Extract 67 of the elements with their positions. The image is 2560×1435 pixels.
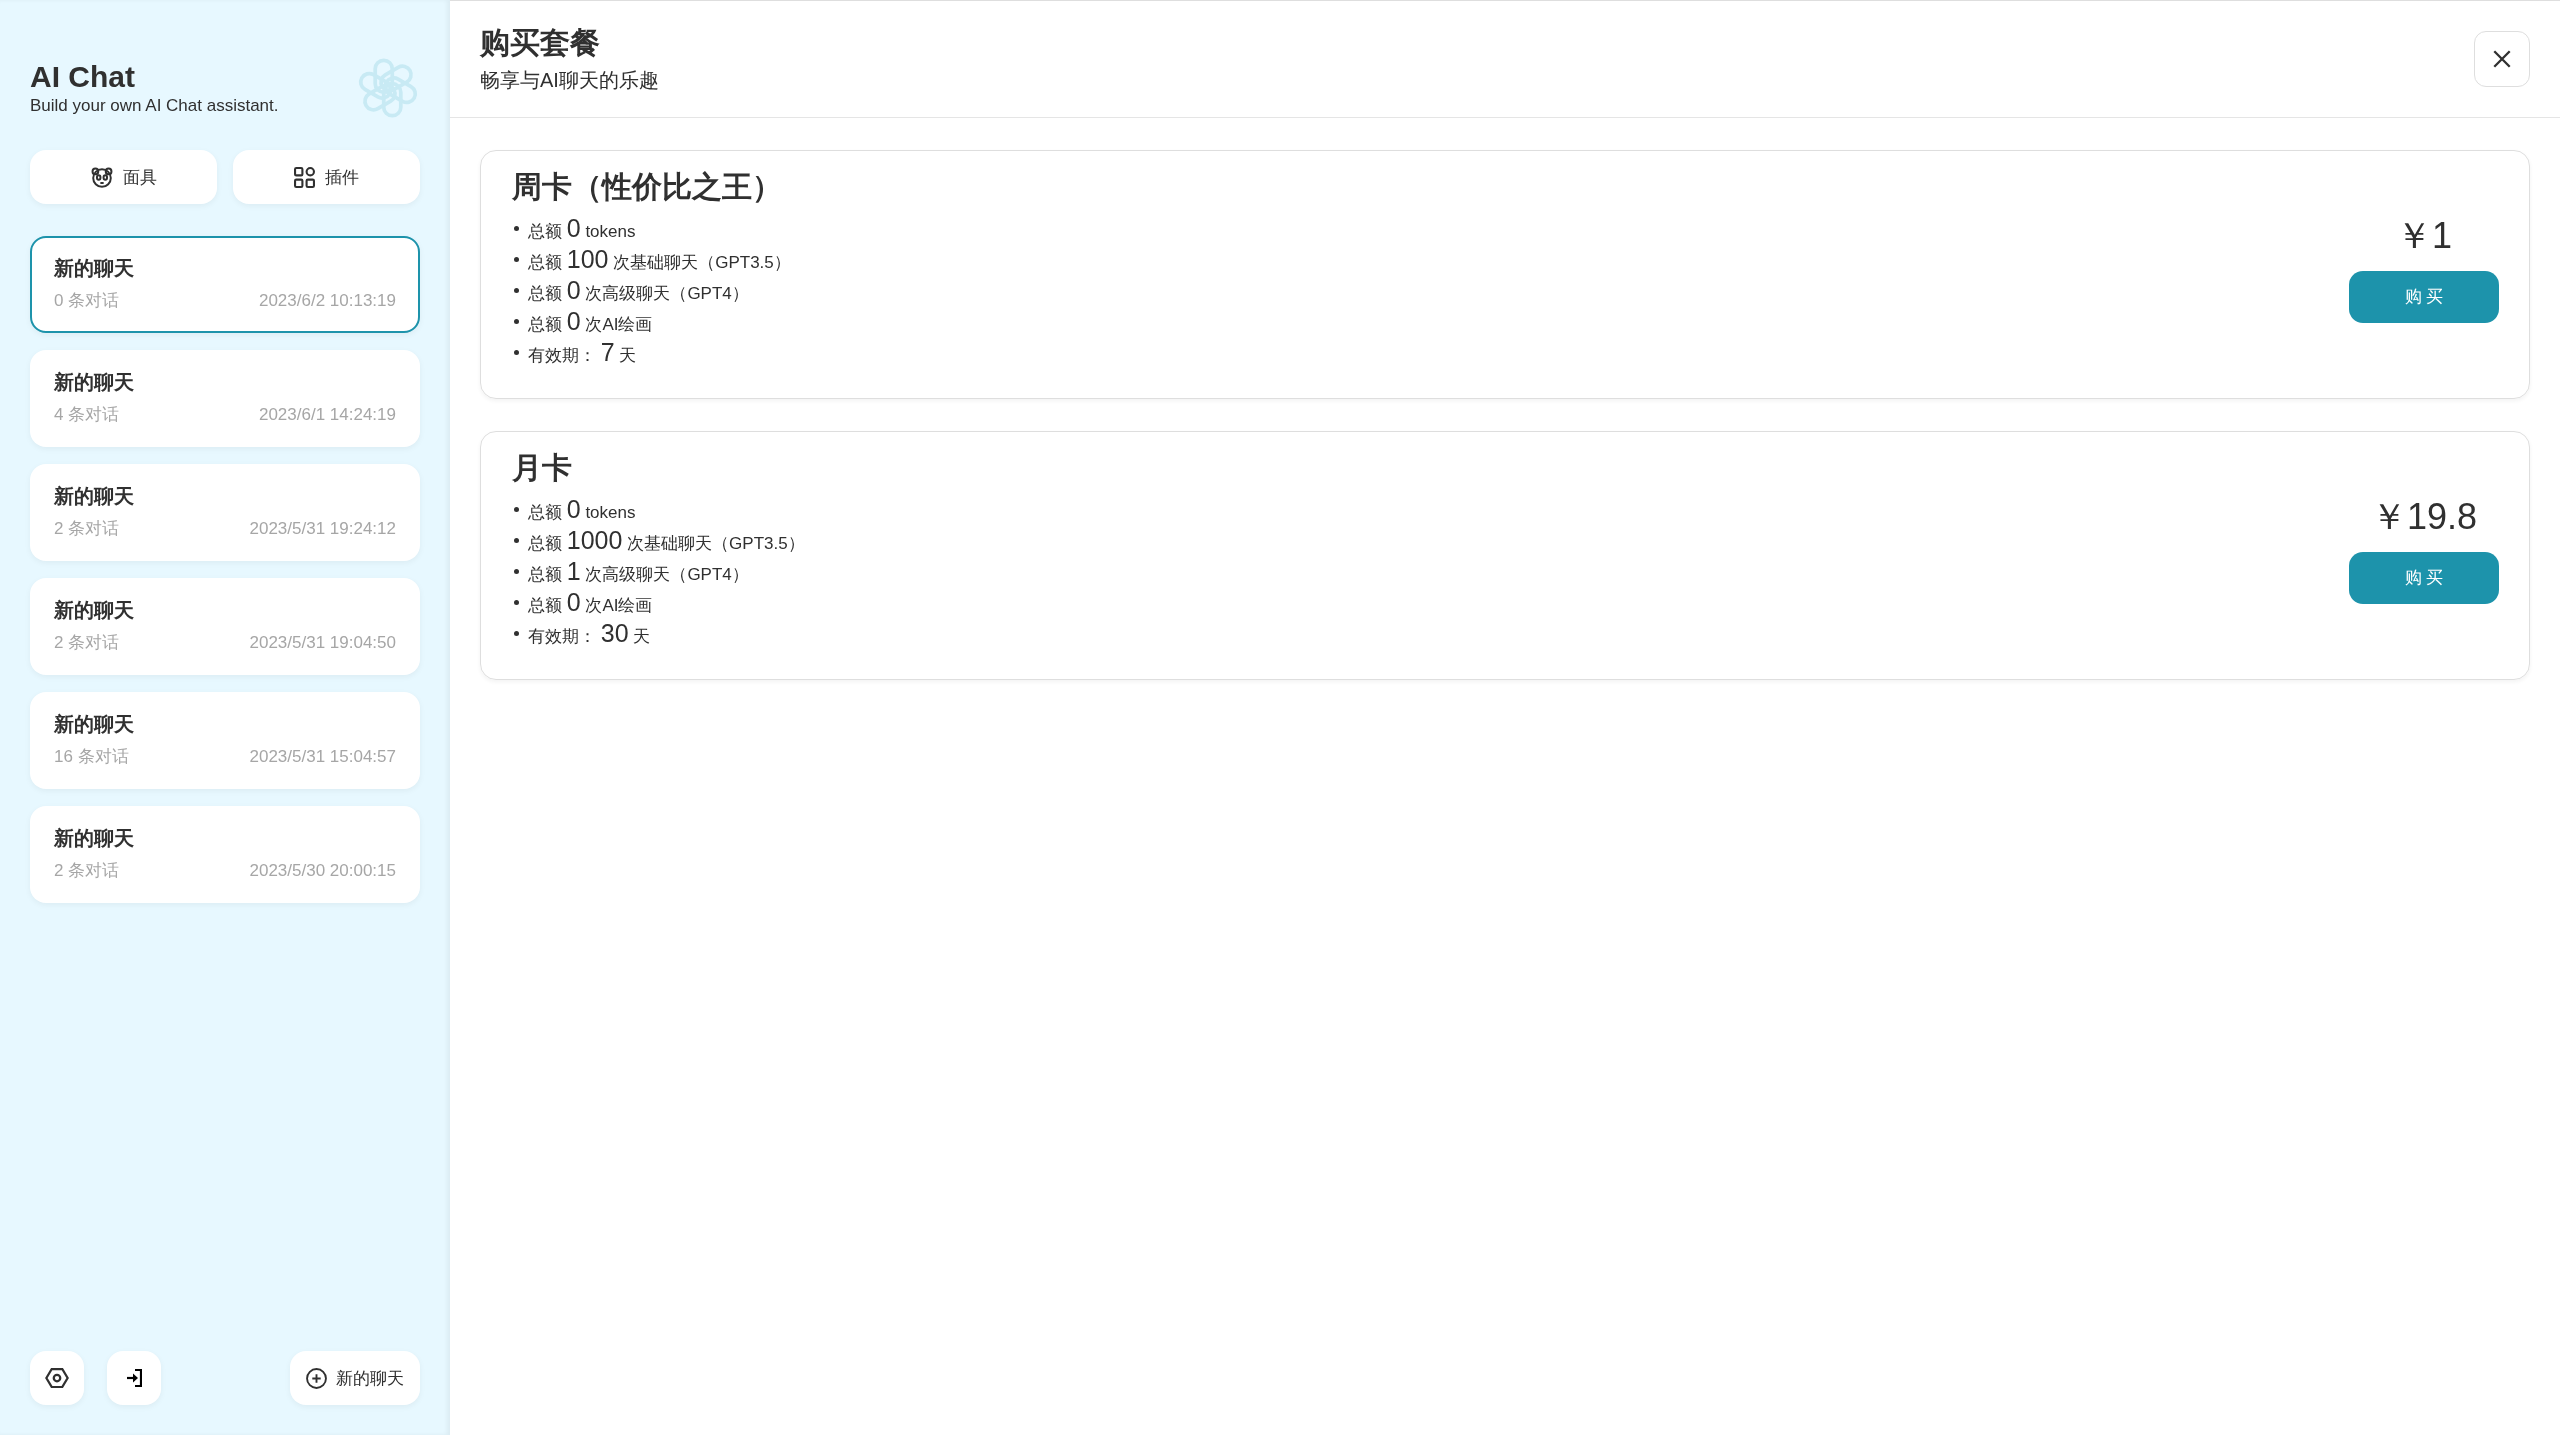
chat-item[interactable]: 新的聊天 16 条对话 2023/5/31 15:04:57 xyxy=(30,692,420,789)
logo-icon xyxy=(356,56,420,120)
close-button[interactable] xyxy=(2474,31,2530,87)
bullet-icon xyxy=(514,538,519,543)
settings-icon xyxy=(45,1368,69,1388)
mask-button[interactable]: 面具 xyxy=(30,150,217,204)
bullet-icon xyxy=(514,288,519,293)
chat-time: 2023/5/31 19:24:12 xyxy=(249,518,396,540)
chat-count: 16 条对话 xyxy=(54,746,129,768)
chat-count: 2 条对话 xyxy=(54,632,120,654)
plan-price: ￥1 xyxy=(2396,214,2452,257)
bear-face-icon xyxy=(90,166,113,188)
plan-feature: 总额 0 次高级聊天（GPT4） xyxy=(528,276,749,305)
chat-item[interactable]: 新的聊天 2 条对话 2023/5/31 19:24:12 xyxy=(30,464,420,561)
buy-button[interactable]: 购 买 xyxy=(2349,270,2499,323)
plan-feature: 总额 1000 次基础聊天（GPT3.5） xyxy=(528,526,805,555)
bullet-icon xyxy=(514,569,519,574)
plan-price: ￥19.8 xyxy=(2370,495,2478,538)
bullet-icon xyxy=(514,631,519,636)
plan-feature: 有效期： 30 天 xyxy=(528,619,651,648)
app-subtitle: Build your own AI Chat assistant. xyxy=(30,96,279,117)
settings-button[interactable] xyxy=(30,1351,84,1405)
chat-count: 0 条对话 xyxy=(54,290,120,312)
chat-time: 2023/5/31 15:04:57 xyxy=(249,746,396,768)
chat-title: 新的聊天 xyxy=(54,712,135,737)
plan-feature: 总额 0 次AI绘画 xyxy=(528,307,653,336)
chat-title: 新的聊天 xyxy=(54,370,135,395)
bullet-icon xyxy=(514,600,519,605)
chat-count: 4 条对话 xyxy=(54,404,120,426)
plan-feature: 有效期： 7 天 xyxy=(528,338,637,367)
bullet-icon xyxy=(514,319,519,324)
chat-title: 新的聊天 xyxy=(54,484,135,509)
app-title: AI Chat xyxy=(30,59,135,93)
plan-feature: 总额 0 次AI绘画 xyxy=(528,588,653,617)
chat-count: 2 条对话 xyxy=(54,518,120,540)
chat-title: 新的聊天 xyxy=(54,256,135,281)
buy-button[interactable]: 购 买 xyxy=(2349,551,2499,604)
bullet-icon xyxy=(514,257,519,262)
plan-feature: 总额 0 tokens xyxy=(528,495,636,524)
chat-item[interactable]: 新的聊天 4 条对话 2023/6/1 14:24:19 xyxy=(30,350,420,447)
chat-time: 2023/6/1 14:24:19 xyxy=(258,404,396,426)
chat-time: 2023/5/30 20:00:15 xyxy=(249,860,396,882)
close-icon xyxy=(2493,50,2511,68)
plan-name: 月卡 xyxy=(512,450,573,486)
bullet-icon xyxy=(514,226,519,231)
chat-item[interactable]: 新的聊天 2 条对话 2023/5/30 20:00:15 xyxy=(30,806,420,903)
plugin-button[interactable]: 插件 xyxy=(233,150,420,204)
chat-time: 2023/5/31 19:04:50 xyxy=(249,632,396,654)
bullet-icon xyxy=(514,507,519,512)
chat-item[interactable]: 新的聊天 0 条对话 2023/6/2 10:13:19 xyxy=(30,236,420,333)
chat-time: 2023/6/2 10:13:19 xyxy=(258,290,396,312)
new-chat-button[interactable]: 新的聊天 xyxy=(290,1351,420,1405)
chat-count: 2 条对话 xyxy=(54,860,120,882)
bullet-icon xyxy=(514,350,519,355)
login-button[interactable] xyxy=(107,1351,161,1405)
plan-feature: 总额 100 次基础聊天（GPT3.5） xyxy=(528,245,791,274)
plan-feature: 总额 1 次高级聊天（GPT4） xyxy=(528,557,749,586)
dialog-subtitle: 畅享与AI聊天的乐趣 xyxy=(480,68,659,93)
chat-title: 新的聊天 xyxy=(54,826,135,851)
grid-icon xyxy=(294,166,315,188)
plan-feature: 总额 0 tokens xyxy=(528,214,636,243)
plan-name: 周卡（性价比之王） xyxy=(512,169,783,205)
chat-title: 新的聊天 xyxy=(54,598,135,623)
plus-circle-icon xyxy=(306,1367,327,1389)
dialog-title: 购买套餐 xyxy=(480,25,601,61)
login-icon xyxy=(126,1369,142,1387)
chat-item[interactable]: 新的聊天 2 条对话 2023/5/31 19:04:50 xyxy=(30,578,420,675)
